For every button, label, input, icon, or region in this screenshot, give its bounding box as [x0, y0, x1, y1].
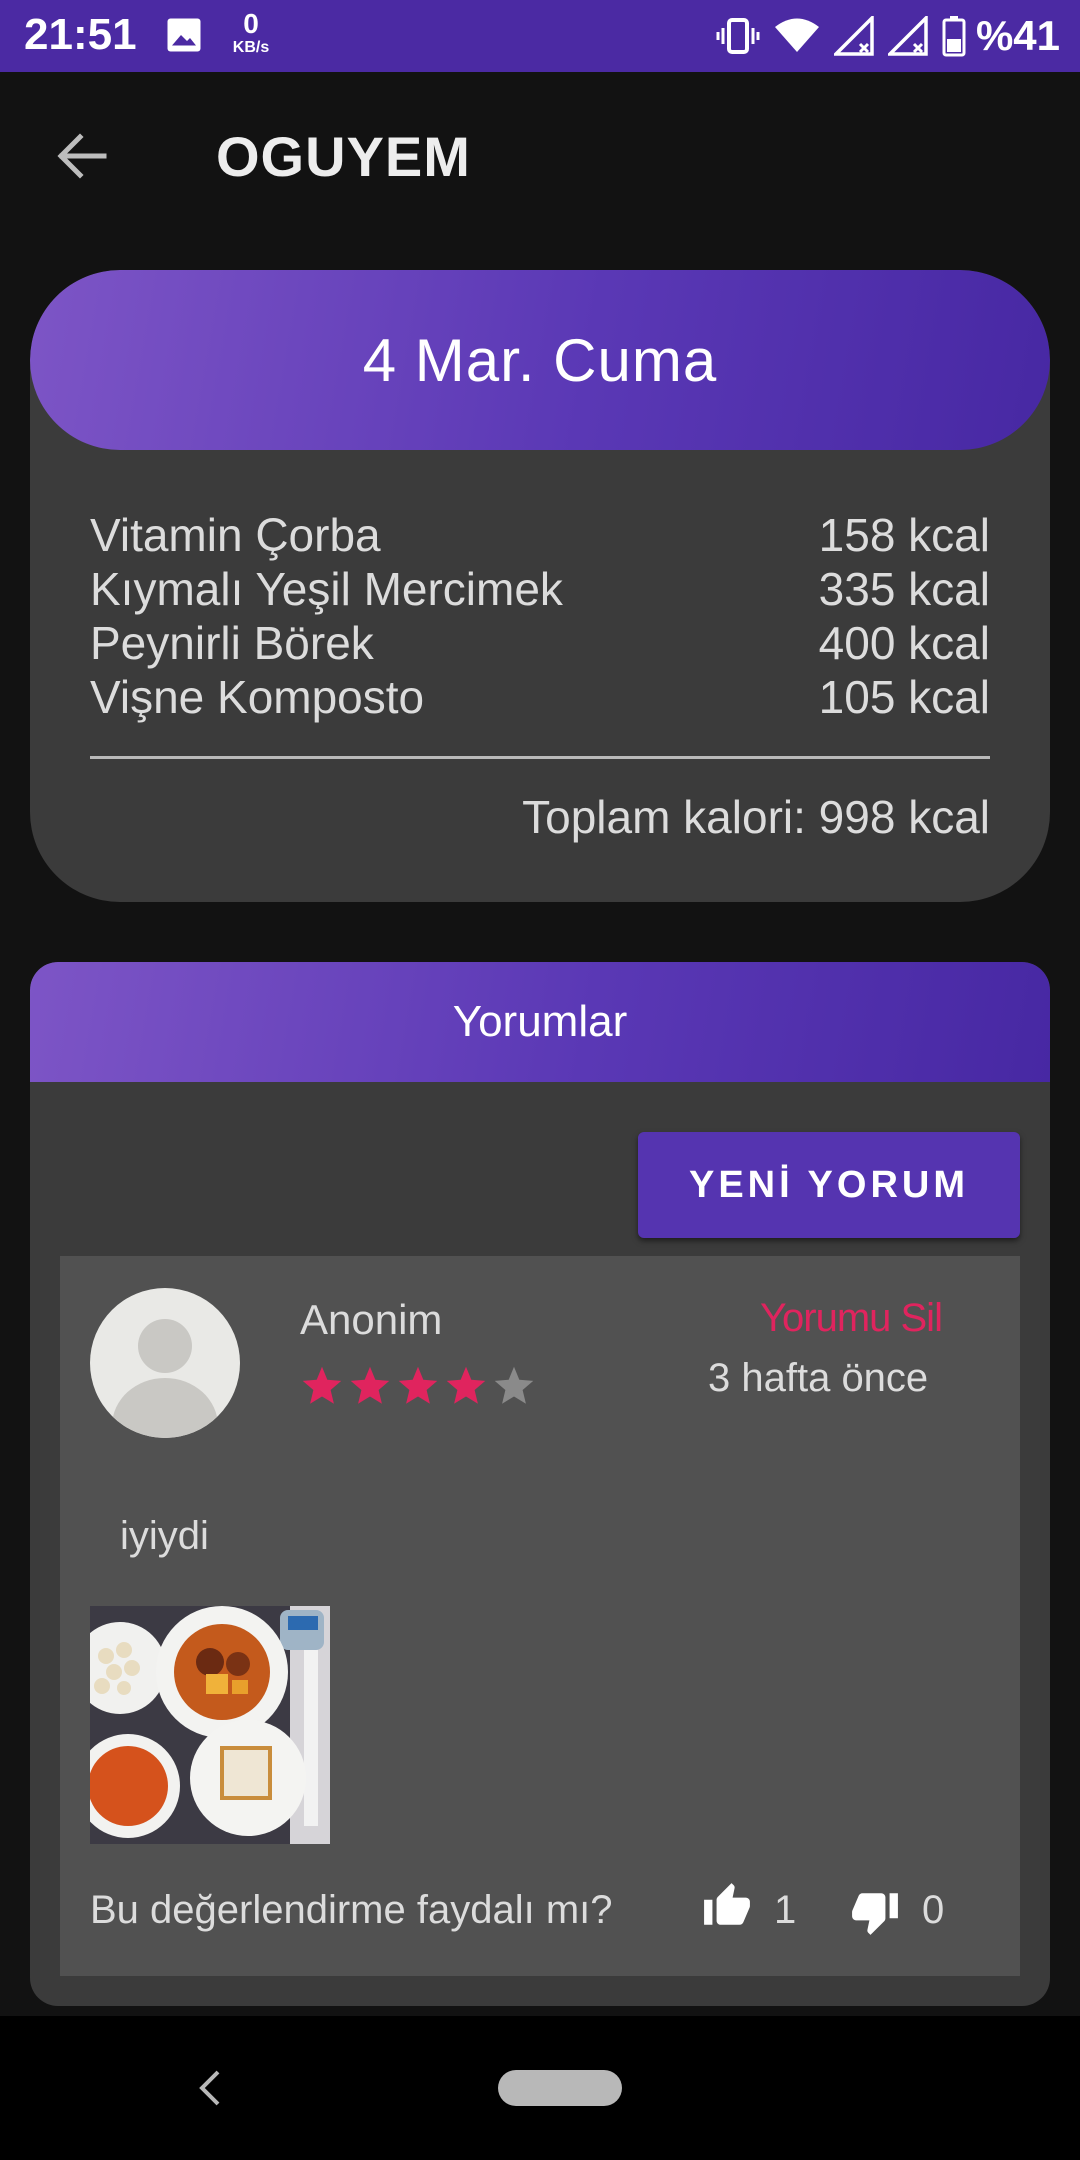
gallery-icon [167, 18, 201, 52]
signal-icon [887, 16, 928, 56]
menu-item-name: Peynirli Börek [90, 617, 374, 669]
menu-item: Kıymalı Yeşil Mercimek 335 kcal [90, 562, 990, 616]
avatar [90, 1288, 240, 1438]
like-count: 1 [774, 1888, 797, 1932]
menu-header: 4 Mar. Cuma [30, 270, 1050, 450]
menu-item-kcal: 158 kcal [818, 509, 990, 561]
delete-comment-link[interactable]: Yorumu Sil [760, 1296, 943, 1341]
rating-stars [300, 1364, 536, 1408]
net-speed-value: 0 [243, 8, 259, 39]
status-icons: %41 [716, 12, 1060, 60]
star-icon [302, 1366, 342, 1404]
menu-item-kcal: 400 kcal [818, 617, 990, 669]
star-icon [494, 1366, 534, 1404]
battery-icon [942, 16, 966, 57]
menu-item-kcal: 335 kcal [818, 563, 990, 615]
new-comment-button[interactable]: YENİ YORUM [638, 1132, 1020, 1238]
menu-item-name: Vitamin Çorba [90, 509, 381, 561]
comments-card: Yorumlar YENİ YORUM Anonim Yorumu Sil 3 … [30, 962, 1050, 2006]
menu-item: Vişne Komposto 105 kcal [90, 670, 990, 724]
comments-header: Yorumlar [30, 962, 1050, 1082]
menu-item: Peynirli Börek 400 kcal [90, 616, 990, 670]
star-icon [398, 1366, 438, 1404]
page-title: OGUYEM [216, 125, 471, 188]
menu-date: 4 Mar. Cuma [362, 326, 718, 394]
dislike-count: 0 [922, 1888, 945, 1932]
menu-item-name: Kıymalı Yeşil Mercimek [90, 563, 563, 615]
star-icon [446, 1366, 486, 1404]
menu-item-name: Vişne Komposto [90, 671, 425, 723]
navigation-bar [0, 2016, 1080, 2160]
comment-time: 3 hafta önce [708, 1356, 929, 1400]
menu-card: 4 Mar. Cuma Vitamin Çorba 158 kcal Kıyma… [30, 270, 1050, 902]
vibrate-icon [716, 18, 760, 54]
menu-item: Vitamin Çorba 158 kcal [90, 508, 990, 562]
meal-photo[interactable] [90, 1606, 330, 1844]
menu-total: Toplam kalori: 998 kcal [522, 791, 990, 843]
comment-item: Anonim Yorumu Sil 3 hafta önce iyiydi Bu… [60, 1256, 1020, 1976]
thumbs-up-icon[interactable] [702, 1880, 752, 1932]
menu-list: Vitamin Çorba 158 kcal Kıymalı Yeşil Mer… [90, 508, 990, 724]
arrow-left-icon[interactable] [50, 124, 114, 188]
net-speed: 0 KB/s [226, 10, 276, 56]
menu-item-kcal: 105 kcal [818, 671, 990, 723]
net-speed-unit: KB/s [232, 39, 270, 56]
helpful-question: Bu değerlendirme faydalı mı? [90, 1888, 613, 1932]
wifi-icon [774, 18, 819, 52]
battery-percent: %41 [975, 12, 1060, 59]
comment-author: Anonim [300, 1296, 443, 1343]
nav-back-icon[interactable] [190, 2064, 230, 2112]
thumbs-down-icon[interactable] [850, 1886, 900, 1938]
status-bar: 21:51 0 KB/s %41 [0, 0, 1080, 72]
status-time: 21:51 [24, 10, 137, 59]
home-pill-button[interactable] [498, 2070, 622, 2106]
signal-icon [833, 16, 874, 56]
menu-divider [90, 756, 990, 759]
star-icon [350, 1366, 390, 1404]
app-bar: OGUYEM [0, 72, 1080, 240]
comment-text: iyiydi [120, 1514, 209, 1558]
